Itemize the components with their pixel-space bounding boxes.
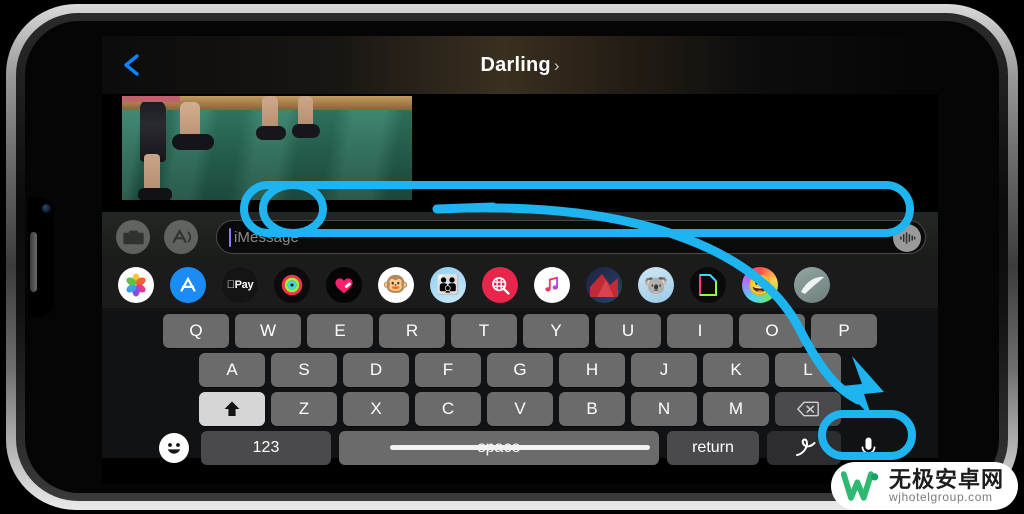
scribble-key[interactable] — [767, 431, 841, 465]
conversation-area — [102, 94, 938, 212]
audio-waveform-icon[interactable] — [893, 224, 921, 252]
key-z[interactable]: Z — [271, 392, 337, 426]
navigation-bar: Darling › — [102, 36, 938, 94]
numbers-key[interactable]: 123 — [201, 431, 331, 465]
message-input-field[interactable]: iMessage — [216, 220, 926, 254]
key-m[interactable]: M — [703, 392, 769, 426]
app-icon-gray-sticker[interactable] — [794, 267, 830, 303]
app-icon-koala-sticker[interactable]: 🐨 — [638, 267, 674, 303]
home-indicator — [390, 445, 650, 450]
photo-subject-leg — [140, 100, 166, 162]
app-icon-memoji-monkey[interactable]: 🐵 — [378, 267, 414, 303]
app-icon-memoji-people[interactable]: 👪 — [430, 267, 466, 303]
key-o[interactable]: O — [739, 314, 805, 348]
onscreen-keyboard: Q W E R T Y U I O P A S D F G H J K L Z … — [102, 308, 938, 465]
app-icon-sticker-red[interactable] — [586, 267, 622, 303]
imessage-app-drawer: Pay 🐵 — [102, 262, 938, 308]
key-j[interactable]: J — [631, 353, 697, 387]
key-t[interactable]: T — [451, 314, 517, 348]
photo-subject-foot — [256, 126, 286, 140]
emoji-smiley-icon[interactable] — [159, 433, 189, 463]
photo-attachment[interactable] — [122, 96, 412, 200]
watermark-logo-icon — [840, 471, 879, 501]
key-n[interactable]: N — [631, 392, 697, 426]
key-l[interactable]: L — [775, 353, 841, 387]
message-input-bar: iMessage — [102, 212, 938, 262]
watermark-text: 无极安卓网 wjhotelgroup.com — [889, 468, 1004, 504]
key-e[interactable]: E — [307, 314, 373, 348]
key-d[interactable]: D — [343, 353, 409, 387]
key-r[interactable]: R — [379, 314, 445, 348]
keyboard-row-2: A S D F G H J K L — [102, 353, 938, 387]
watermark-brand: 无极安卓网 — [888, 467, 1004, 493]
device-side-button — [30, 232, 37, 292]
key-v[interactable]: V — [487, 392, 553, 426]
photo-subject-foot — [138, 188, 172, 200]
key-u[interactable]: U — [595, 314, 661, 348]
site-watermark: 无极安卓网 wjhotelgroup.com — [830, 462, 1018, 510]
camera-icon[interactable] — [116, 220, 150, 254]
key-p[interactable]: P — [811, 314, 877, 348]
phone-device-frame: Darling › iMessage Pay 🐵 👪 🐨 😃 Q W E R T… — [6, 4, 1018, 510]
app-icon-photos[interactable] — [118, 267, 154, 303]
phone-screen: Darling › iMessage Pay 🐵 👪 🐨 😃 Q W E R T… — [102, 36, 938, 484]
key-x[interactable]: X — [343, 392, 409, 426]
text-cursor — [229, 227, 231, 247]
key-c[interactable]: C — [415, 392, 481, 426]
photo-subject-leg — [180, 102, 200, 138]
key-k[interactable]: K — [703, 353, 769, 387]
conversation-header[interactable]: Darling › — [102, 36, 938, 94]
app-icon-digital-touch[interactable] — [326, 267, 362, 303]
chevron-right-icon: › — [553, 55, 560, 75]
key-q[interactable]: Q — [163, 314, 229, 348]
app-icon-document[interactable] — [690, 267, 726, 303]
screenshot-scene: Darling › iMessage Pay 🐵 👪 🐨 😃 Q W E R T… — [0, 0, 1024, 514]
key-i[interactable]: I — [667, 314, 733, 348]
app-store-icon[interactable] — [164, 220, 198, 254]
photo-subject-foot — [172, 134, 214, 150]
return-key[interactable]: return — [667, 431, 759, 465]
app-icon-images-search[interactable] — [482, 267, 518, 303]
message-placeholder: iMessage — [234, 228, 299, 246]
app-icon-music[interactable] — [534, 267, 570, 303]
app-icon-app-store[interactable] — [170, 267, 206, 303]
key-h[interactable]: H — [559, 353, 625, 387]
key-b[interactable]: B — [559, 392, 625, 426]
key-a[interactable]: A — [199, 353, 265, 387]
front-camera-sensor — [42, 204, 51, 213]
watermark-url: wjhotelgroup.com — [888, 490, 993, 505]
key-w[interactable]: W — [235, 314, 301, 348]
photo-edge-strip — [122, 96, 180, 102]
photo-subject-leg — [262, 96, 278, 130]
key-f[interactable]: F — [415, 353, 481, 387]
microphone-icon[interactable] — [855, 431, 881, 465]
key-y[interactable]: Y — [523, 314, 589, 348]
backspace-key[interactable] — [775, 392, 841, 426]
app-icon-fitness[interactable] — [274, 267, 310, 303]
app-icon-rainbow-sticker[interactable]: 😃 — [742, 267, 778, 303]
shift-key[interactable] — [199, 392, 265, 426]
key-g[interactable]: G — [487, 353, 553, 387]
key-s[interactable]: S — [271, 353, 337, 387]
app-icon-apple-pay[interactable]: Pay — [222, 267, 258, 303]
keyboard-row-1: Q W E R T Y U I O P — [102, 314, 938, 348]
photo-subject-foot — [292, 124, 320, 138]
conversation-title: Darling — [480, 53, 551, 76]
keyboard-row-3: Z X C V B N M — [102, 392, 938, 426]
